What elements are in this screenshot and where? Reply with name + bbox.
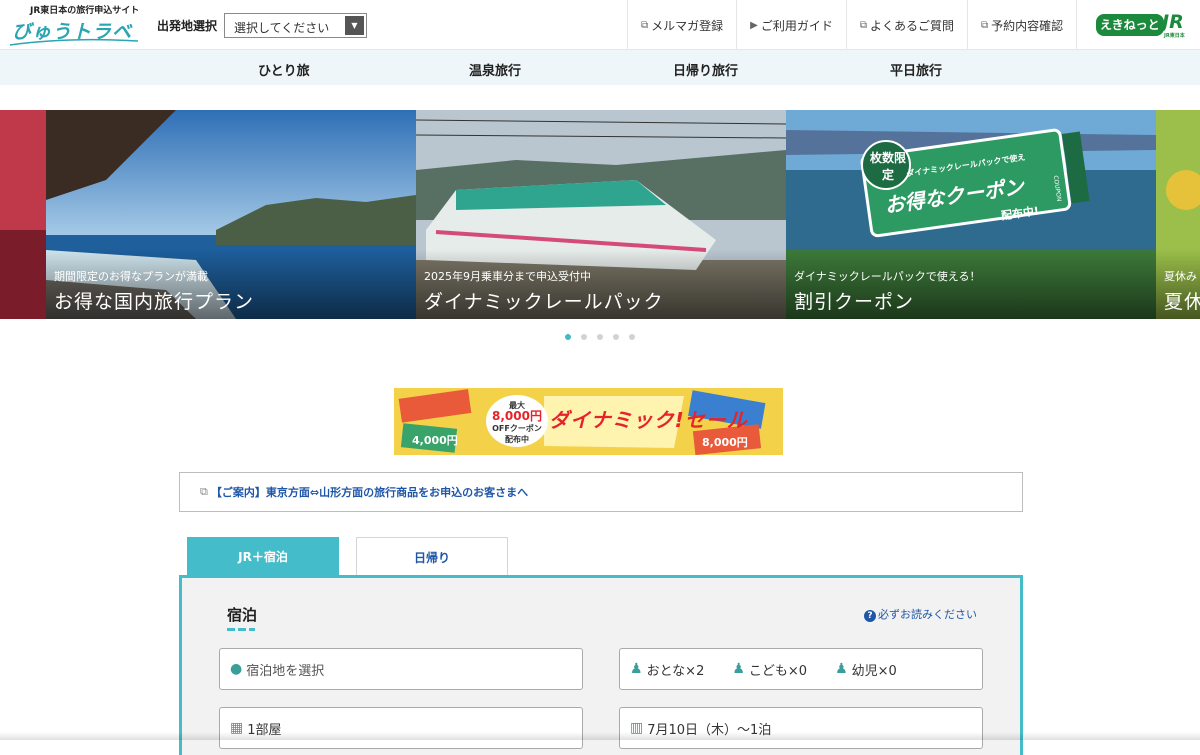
infants-count: ♟ 幼児×0 bbox=[835, 661, 897, 679]
carousel-dot[interactable] bbox=[629, 334, 635, 340]
slide-subtitle: ダイナミックレールパックで使える！ bbox=[794, 270, 981, 283]
person-icon: ♟ bbox=[630, 661, 643, 677]
util-guide[interactable]: ▶ ご利用ガイド bbox=[736, 0, 846, 50]
hero-slide-2[interactable]: 2025年9月乗車分まで申込受付中 ダイナミックレールパック bbox=[416, 110, 786, 319]
carousel-dot[interactable] bbox=[597, 334, 603, 340]
chevron-down-icon: ▼ bbox=[345, 16, 364, 35]
carousel-dot[interactable] bbox=[581, 334, 587, 340]
hero-slide-partial-left[interactable] bbox=[0, 110, 46, 319]
question-icon: ? bbox=[864, 610, 876, 622]
slide-title: 夏休 bbox=[1164, 291, 1200, 313]
slide-title: 割引クーポン bbox=[794, 291, 915, 313]
slide-title: お得な国内旅行プラン bbox=[54, 291, 255, 313]
carousel-dots bbox=[0, 325, 1200, 344]
notice-link[interactable]: ⧉ 【ご案内】東京方面⇔山形方面の旅行商品をお申込のお客さまへ bbox=[179, 472, 1023, 512]
util-reservation-check[interactable]: ⧉ 予約内容確認 bbox=[967, 0, 1078, 50]
notice-text: 【ご案内】東京方面⇔山形方面の旅行商品をお申込のお客さまへ bbox=[210, 486, 529, 499]
slide-title: ダイナミックレールパック bbox=[424, 291, 664, 313]
external-link-icon: ⧉ bbox=[859, 19, 868, 31]
help-link[interactable]: ? 必ずお読みください bbox=[864, 606, 977, 622]
slide-image bbox=[0, 110, 46, 319]
slide-subtitle: 期間限定のお得なプランが満載 bbox=[54, 270, 208, 283]
children-count: ♟ こども×0 bbox=[732, 661, 808, 679]
util-newsletter[interactable]: ⧉ メルマガ登録 bbox=[627, 0, 736, 50]
carousel-dot[interactable] bbox=[613, 334, 619, 340]
tab-jr-stay[interactable]: JR＋宿泊 bbox=[187, 537, 339, 576]
hero-slide-partial-right[interactable]: 夏休み 夏休 bbox=[1156, 110, 1200, 319]
destination-field[interactable]: ● 宿泊地を選択 bbox=[219, 648, 583, 690]
external-link-icon: ⧉ bbox=[641, 19, 649, 31]
search-panel: 宿泊 ? 必ずお読みください ● 宿泊地を選択 ♟ おとな×2 ♟ こども×0 ♟ 幼児… bbox=[179, 575, 1023, 755]
brand-logo[interactable]: JR東日本の旅行申込サイト びゅうトラベル bbox=[8, 3, 143, 70]
date-field[interactable]: ▥ 7月10日（木）〜1泊 bbox=[619, 707, 983, 749]
brand-swoosh-icon bbox=[9, 38, 139, 46]
site-header: JR東日本の旅行申込サイト びゅうトラベル 出発地選択 選択してください ▼ ⧉… bbox=[0, 0, 1200, 70]
rooms-field[interactable]: ▦ 1部屋 bbox=[219, 707, 583, 749]
triangle-right-icon: ▶ bbox=[750, 19, 758, 31]
category-daytrip[interactable]: 日帰り旅行 bbox=[673, 60, 738, 79]
carousel-dot[interactable] bbox=[565, 334, 571, 340]
departure-select[interactable]: 選択してください ▼ bbox=[224, 13, 367, 38]
coupon-left-value: 4,000円 bbox=[412, 434, 458, 447]
hero-slide-1[interactable]: 期間限定のお得なプランが満載 お得な国内旅行プラン bbox=[46, 110, 416, 319]
ekinet-logo[interactable]: えきねっと bbox=[1096, 14, 1164, 36]
category-weekday[interactable]: 平日旅行 bbox=[890, 60, 942, 79]
brand-tagline: JR東日本の旅行申込サイト bbox=[30, 6, 140, 16]
tab-daytrip[interactable]: 日帰り bbox=[356, 537, 508, 576]
banner-headline: ダイナミック!セール bbox=[549, 408, 748, 432]
category-solo[interactable]: ひとり旅 bbox=[258, 60, 310, 79]
party-field[interactable]: ♟ おとな×2 ♟ こども×0 ♟ 幼児×0 bbox=[619, 648, 983, 690]
external-link-icon: ⧉ bbox=[981, 19, 989, 31]
hero-carousel: 期間限定のお得なプランが満載 お得な国内旅行プラン 2025年9月乗車分まで申込… bbox=[0, 110, 1200, 319]
person-icon: ♟ bbox=[732, 661, 745, 677]
coupon-badge: 枚数限定 bbox=[869, 151, 906, 182]
utility-links: ⧉ メルマガ登録 ▶ ご利用ガイド ⧉ よくあるご質問 ⧉ 予約内容確認 bbox=[627, 0, 1078, 50]
sale-banner[interactable]: 4,000円 最大 8,000円 OFFクーポン 配布中 ダイナミック!セール … bbox=[394, 388, 783, 455]
hero-slide-3[interactable]: 枚数限定 ダイナミックレールパックで使える お得なクーポン 配布中! COUPO… bbox=[786, 110, 1156, 319]
category-onsen[interactable]: 温泉旅行 bbox=[469, 60, 521, 79]
person-icon: ♟ bbox=[835, 661, 848, 677]
departure-select-value: 選択してください bbox=[234, 21, 330, 35]
jr-logo[interactable]: JR JR東日本 bbox=[1162, 11, 1185, 39]
banner-max-badge: 最大 8,000円 OFFクーポン 配布中 bbox=[486, 395, 548, 447]
slide-subtitle: 夏休み bbox=[1164, 270, 1197, 283]
util-faq[interactable]: ⧉ よくあるご質問 bbox=[845, 0, 967, 50]
panel-title: 宿泊 bbox=[227, 606, 258, 624]
map-pin-icon: ● bbox=[230, 661, 243, 677]
category-nav: ひとり旅 温泉旅行 日帰り旅行 平日旅行 bbox=[0, 50, 1200, 85]
destination-placeholder: 宿泊地を選択 bbox=[246, 663, 325, 679]
external-link-icon: ⧉ bbox=[200, 485, 208, 498]
slide-subtitle: 2025年9月乗車分まで申込受付中 bbox=[424, 270, 591, 283]
jr-logo-sub: JR東日本 bbox=[1164, 33, 1185, 39]
adults-count: ♟ おとな×2 bbox=[630, 661, 705, 679]
departure-label: 出発地選択 bbox=[157, 19, 218, 33]
coupon-right-value: 8,000円 bbox=[702, 436, 748, 449]
title-underline bbox=[227, 628, 255, 631]
banner-max-value: 8,000円 bbox=[492, 409, 542, 423]
